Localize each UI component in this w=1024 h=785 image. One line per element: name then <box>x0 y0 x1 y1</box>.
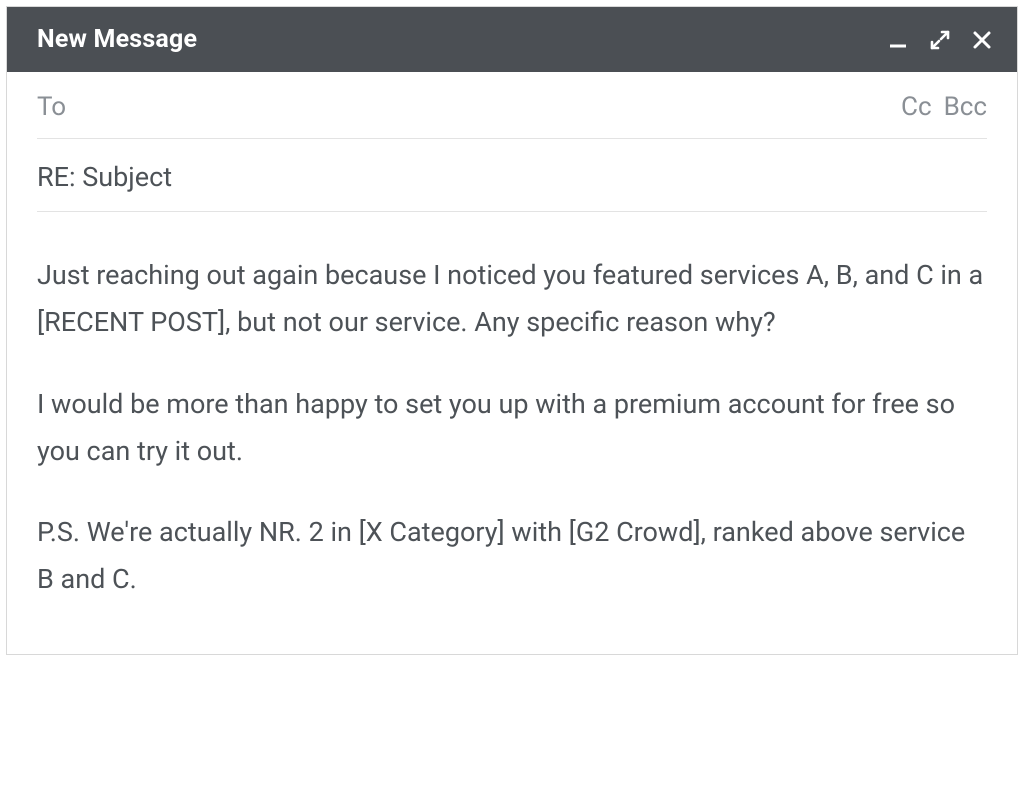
to-field-row[interactable]: To Cc Bcc <box>37 72 987 139</box>
fields-area: To Cc Bcc RE: Subject <box>7 72 1017 212</box>
body-paragraph: P.S. We're actually NR. 2 in [X Category… <box>37 509 987 604</box>
expand-button[interactable] <box>929 29 951 51</box>
body-paragraph: I would be more than happy to set you up… <box>37 381 987 476</box>
expand-icon <box>929 29 951 51</box>
window-title: New Message <box>37 25 197 54</box>
window-controls <box>887 29 993 51</box>
title-bar: New Message <box>7 7 1017 72</box>
cc-button[interactable]: Cc <box>901 92 932 122</box>
minimize-button[interactable] <box>887 29 909 51</box>
close-icon <box>971 29 993 51</box>
minimize-icon <box>887 29 909 51</box>
compose-window: New Message <box>6 6 1018 655</box>
subject-field-row[interactable]: RE: Subject <box>37 139 987 212</box>
bcc-button[interactable]: Bcc <box>944 92 987 122</box>
message-body[interactable]: Just reaching out again because I notice… <box>7 212 1017 654</box>
subject-input[interactable]: RE: Subject <box>37 161 172 193</box>
cc-bcc-group: Cc Bcc <box>901 92 987 122</box>
to-label: To <box>37 92 66 122</box>
close-button[interactable] <box>971 29 993 51</box>
body-paragraph: Just reaching out again because I notice… <box>37 252 987 347</box>
